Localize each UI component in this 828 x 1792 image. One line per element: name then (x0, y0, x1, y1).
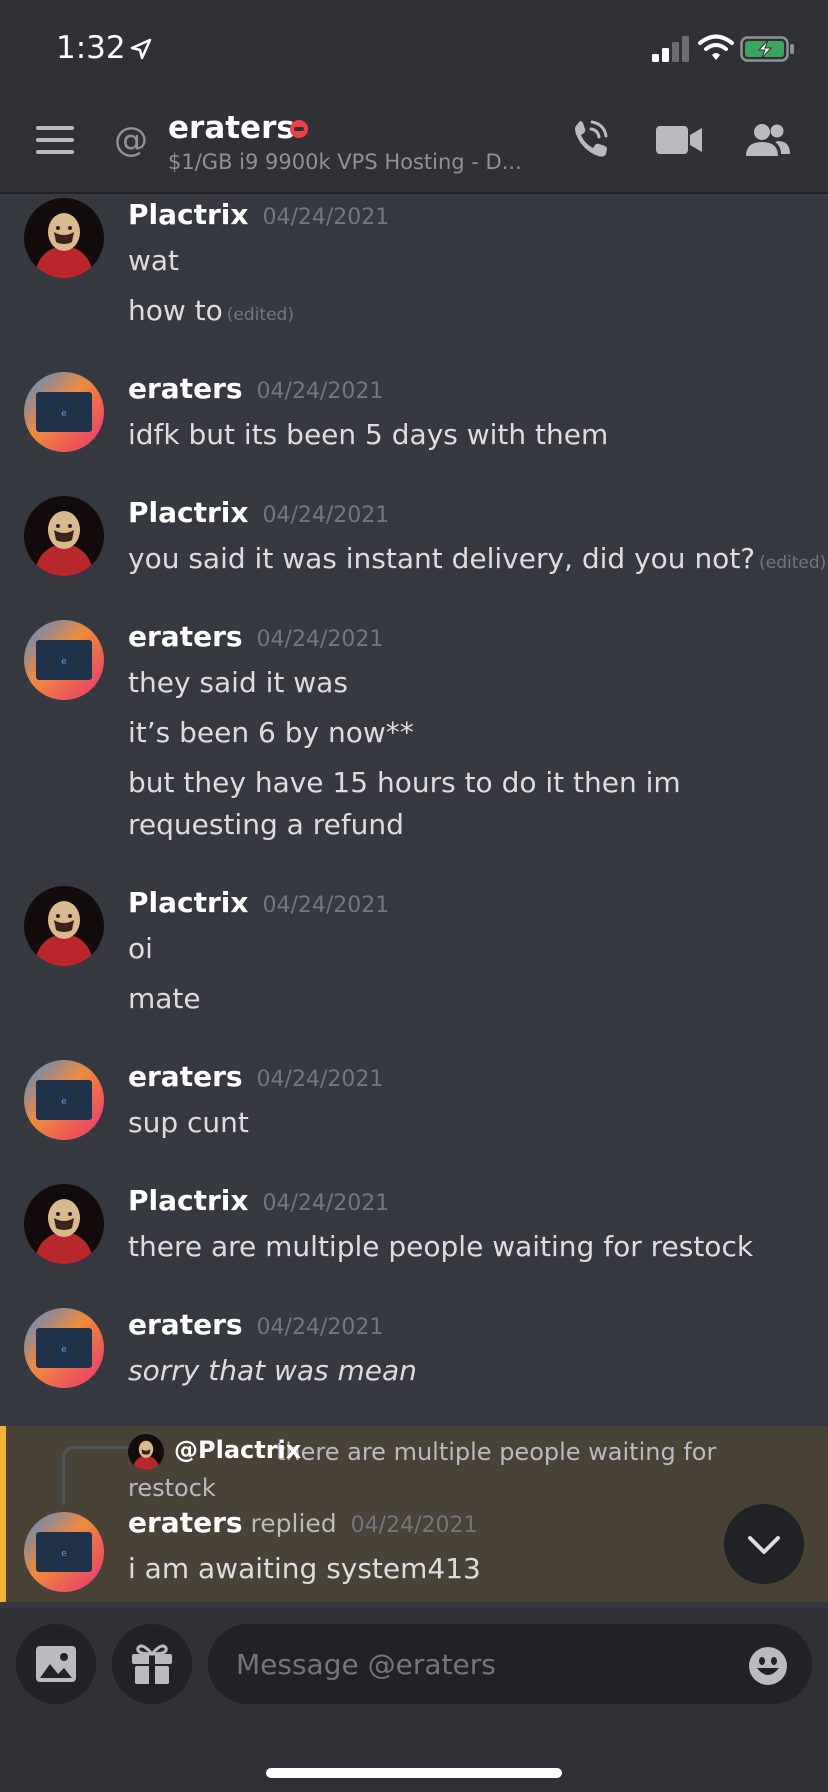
message-text: it’s been 6 by now** (128, 716, 414, 749)
avatar-eraters[interactable]: e (24, 1308, 104, 1388)
message-text: idfk but its been 5 days with them (128, 418, 609, 451)
message-author[interactable]: eraters 04/24/2021 (128, 372, 383, 405)
avatar-eraters[interactable]: e (24, 620, 104, 700)
message-text: mate (128, 982, 201, 1015)
signal-icon (652, 36, 689, 62)
message-author[interactable]: eraters 04/24/2021 (128, 1060, 383, 1093)
image-upload-button[interactable] (16, 1624, 96, 1704)
status-bar: 1:32 (0, 0, 828, 96)
avatar-plactrix[interactable] (24, 1184, 104, 1264)
message-text: wat (128, 244, 180, 277)
channel-subtitle[interactable]: $1/GB i9 9900k VPS Hosting - D... (168, 150, 522, 174)
gift-icon (132, 1644, 172, 1684)
avatar-plactrix[interactable] (24, 496, 104, 576)
wifi-icon (698, 34, 734, 60)
message-timestamp: 04/24/2021 (262, 893, 390, 918)
message-text: sorry that was mean (128, 1354, 417, 1387)
avatar-eraters[interactable]: e (24, 1060, 104, 1140)
avatar-plactrix[interactable] (24, 198, 104, 278)
message-author[interactable]: Plactrix 04/24/2021 (128, 198, 389, 231)
svg-text:e: e (61, 409, 67, 419)
message-timestamp: 04/24/2021 (256, 379, 384, 404)
status-time: 1:32 (56, 30, 126, 66)
message-list[interactable]: Plactrix 04/24/2021 wat how to (edited) e … (0, 194, 828, 1606)
message-text: i am awaiting system413 (128, 1552, 481, 1585)
home-indicator[interactable] (266, 1768, 562, 1778)
svg-text:e: e (61, 1097, 67, 1107)
message-text: oi (128, 932, 153, 965)
avatar-eraters[interactable]: e (24, 1512, 104, 1592)
message-author[interactable]: eraters replied 04/24/2021 (128, 1506, 477, 1539)
message-text: how to (edited) (128, 294, 294, 327)
message-author[interactable]: Plactrix 04/24/2021 (128, 886, 389, 919)
message-author[interactable]: eraters 04/24/2021 (128, 620, 383, 653)
avatar-plactrix[interactable] (24, 886, 104, 966)
avatar-eraters[interactable]: e (24, 372, 104, 452)
message-composer (0, 1608, 828, 1792)
message-timestamp: 04/24/2021 (256, 1067, 384, 1092)
edited-label: (edited) (759, 553, 827, 573)
message-author[interactable]: eraters 04/24/2021 (128, 1308, 383, 1341)
message-author[interactable]: Plactrix 04/24/2021 (128, 496, 389, 529)
message-timestamp: 04/24/2021 (262, 1191, 390, 1216)
location-arrow-icon (130, 38, 152, 60)
message-timestamp: 04/24/2021 (256, 1315, 384, 1340)
svg-text:e: e (61, 1345, 67, 1355)
svg-text:e: e (61, 1549, 67, 1559)
message-text: they said it was (128, 666, 348, 699)
dnd-status-icon (290, 120, 308, 138)
menu-icon[interactable] (36, 122, 76, 158)
gift-button[interactable] (112, 1624, 192, 1704)
message-timestamp: 04/24/2021 (256, 627, 384, 652)
message-timestamp: 04/24/2021 (262, 503, 390, 528)
svg-text:e: e (61, 657, 67, 667)
members-icon[interactable] (744, 122, 792, 158)
battery-icon (740, 36, 794, 62)
chevron-down-icon (748, 1536, 780, 1554)
channel-title[interactable]: eraters (168, 110, 295, 146)
image-icon (36, 1646, 76, 1682)
message-author[interactable]: Plactrix 04/24/2021 (128, 1184, 389, 1217)
message-text: there are multiple people waiting for re… (128, 1230, 754, 1263)
channel-header: @ eraters $1/GB i9 9900k VPS Hosting - D… (0, 96, 828, 194)
reply-avatar-plactrix (128, 1434, 164, 1470)
message-timestamp: 04/24/2021 (262, 205, 390, 230)
message-text: but they have 15 hours to do it then im … (128, 766, 681, 841)
reply-message: there are multiple people waiting for re… (0, 1426, 828, 1602)
edited-label: (edited) (226, 305, 294, 325)
video-icon[interactable] (656, 124, 702, 156)
emoji-icon[interactable] (748, 1646, 788, 1686)
reply-mention[interactable]: @Plactrix (174, 1436, 301, 1464)
message-timestamp: 04/24/2021 (350, 1513, 478, 1538)
call-icon[interactable] (570, 118, 610, 162)
message-text: you said it was instant delivery, did yo… (128, 542, 827, 575)
message-text: sup cunt (128, 1106, 249, 1139)
at-icon: @ (114, 120, 148, 160)
replied-label: replied (250, 1509, 337, 1538)
reply-connector (62, 1446, 131, 1505)
jump-to-bottom-button[interactable] (724, 1504, 804, 1584)
message-input[interactable] (208, 1624, 812, 1704)
